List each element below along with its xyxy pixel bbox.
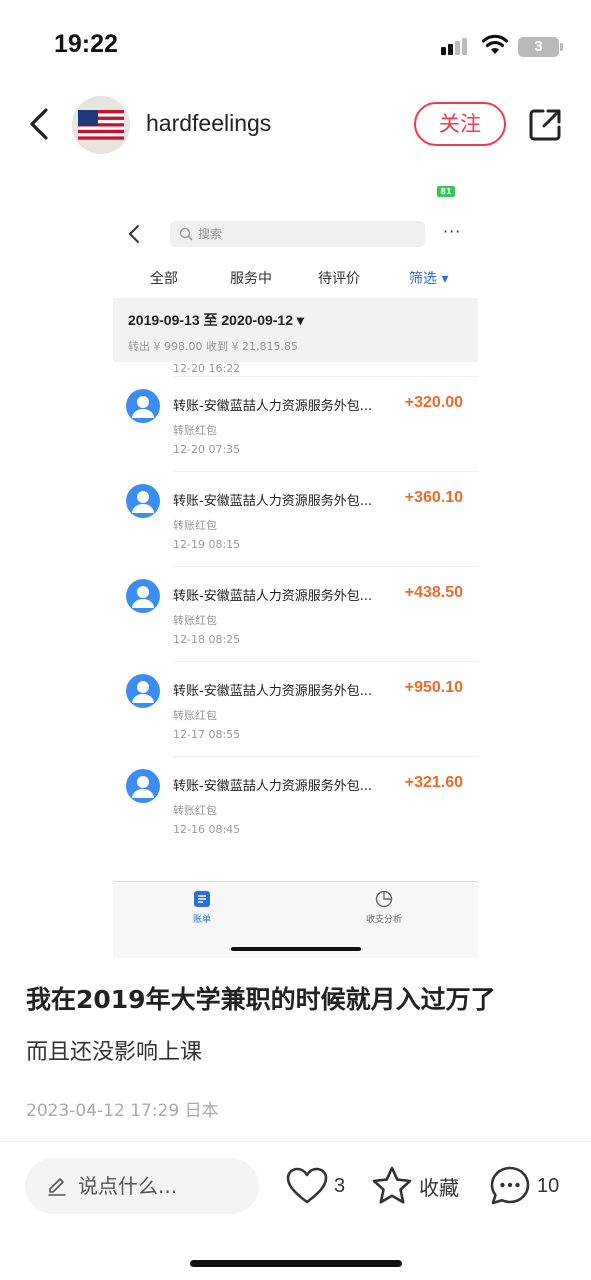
image-home-indicator xyxy=(231,947,361,951)
transaction-time: 12-17 08:55 xyxy=(173,728,241,741)
divider xyxy=(0,1141,591,1142)
transaction-row: 转账-安徽蓝喆人力资源服务外包... +950.10 转账红包 12-17 08… xyxy=(126,661,478,756)
image-more-icon: ··· xyxy=(443,222,462,241)
transaction-time: 12-19 08:15 xyxy=(173,538,241,551)
follow-button[interactable]: 关注 xyxy=(414,102,506,146)
battery-tip xyxy=(560,43,563,51)
transaction-time: 12-20 07:35 xyxy=(173,443,241,456)
transaction-type: 转账红包 xyxy=(173,709,217,722)
pen-icon xyxy=(48,1178,66,1196)
bill-icon xyxy=(194,891,210,907)
comment-bubble-icon xyxy=(490,1166,530,1205)
battery-indicator: 3 xyxy=(518,37,559,57)
share-icon[interactable] xyxy=(526,106,564,144)
status-bar: 19:22 3 xyxy=(0,0,591,90)
pie-chart-icon xyxy=(375,890,393,908)
like-count: 3 xyxy=(334,1174,346,1197)
image-transaction-list: 转账-安徽蓝喆人力资源服务外包... +320.00 转账红包 12-20 07… xyxy=(113,376,478,851)
image-tab-pending-review: 待评价 xyxy=(318,271,360,287)
wifi-icon xyxy=(481,34,509,54)
user-avatar-icon xyxy=(126,484,160,518)
user-avatar-icon xyxy=(126,769,160,803)
transaction-amount: +360.10 xyxy=(404,489,463,506)
image-date-filter: 2019-09-13 至 2020-09-12 ▾ 转出 ¥ 998.00 收到… xyxy=(113,298,478,362)
us-flag-icon xyxy=(72,96,130,154)
image-search-bar: 搜索 xyxy=(170,221,425,247)
post-image[interactable]: 81 搜索 ··· 全部 服务中 待评价 筛选 ▾ 2019-09-13 至 2… xyxy=(113,178,478,958)
image-back-icon xyxy=(128,225,139,243)
transaction-title: 转账-安徽蓝喆人力资源服务外包... xyxy=(173,494,373,509)
transaction-title: 转账-安徽蓝喆人力资源服务外包... xyxy=(173,399,373,414)
post-body: 而且还没影响上课 xyxy=(26,1040,203,1065)
transaction-title: 转账-安徽蓝喆人力资源服务外包... xyxy=(173,684,373,699)
comment-button[interactable]: 10 xyxy=(489,1164,559,1208)
transaction-amount: +438.50 xyxy=(404,584,463,601)
image-tab-in-service: 服务中 xyxy=(230,271,272,287)
home-indicator xyxy=(190,1260,402,1267)
image-partial-time: 12-20 16:22 xyxy=(173,362,241,375)
transaction-row: 转账-安徽蓝喆人力资源服务外包... +360.10 转账红包 12-19 08… xyxy=(126,471,478,566)
post-title: 我在2019年大学兼职的时候就月入过万了 xyxy=(26,985,496,1014)
image-tab-all: 全部 xyxy=(150,271,178,287)
image-date-range: 2019-09-13 至 2020-09-12 ▾ xyxy=(128,312,304,328)
transaction-row: 转账-安徽蓝喆人力资源服务外包... +320.00 转账红包 12-20 07… xyxy=(126,376,478,471)
comment-placeholder: 说点什么... xyxy=(78,1174,178,1198)
username[interactable]: hardfeelings xyxy=(146,110,271,137)
image-tabs: 全部 服务中 待评价 筛选 ▾ xyxy=(113,258,478,296)
post-header: hardfeelings 关注 xyxy=(0,90,591,160)
comment-input[interactable]: 说点什么... xyxy=(25,1158,259,1214)
transaction-title: 转账-安徽蓝喆人力资源服务外包... xyxy=(173,779,373,794)
transaction-time: 12-16 08:45 xyxy=(173,823,241,836)
transaction-type: 转账红包 xyxy=(173,519,217,532)
transaction-type: 转账红包 xyxy=(173,614,217,627)
like-button[interactable]: 3 xyxy=(286,1164,345,1208)
image-search-placeholder: 搜索 xyxy=(198,227,223,241)
transaction-type: 转账红包 xyxy=(173,804,217,817)
transaction-amount: +320.00 xyxy=(404,394,463,411)
user-avatar-icon xyxy=(126,674,160,708)
collect-label: 收藏 xyxy=(419,1177,459,1200)
back-arrow-icon[interactable] xyxy=(22,104,56,144)
transaction-type: 转账红包 xyxy=(173,424,217,437)
user-avatar-icon xyxy=(126,389,160,423)
transaction-title: 转账-安徽蓝喆人力资源服务外包... xyxy=(173,589,373,604)
comment-count: 10 xyxy=(537,1174,560,1197)
image-tab-bills-label: 账单 xyxy=(193,915,212,925)
transaction-amount: +950.10 xyxy=(404,679,463,696)
transaction-row: 转账-安徽蓝喆人力资源服务外包... +438.50 转账红包 12-18 08… xyxy=(126,566,478,661)
image-tab-analysis-label: 收支分析 xyxy=(366,915,403,925)
status-time: 19:22 xyxy=(54,30,118,58)
image-battery-indicator: 81 xyxy=(437,186,455,197)
transaction-time: 12-18 08:25 xyxy=(173,633,241,646)
heart-icon xyxy=(286,1167,328,1204)
post-meta: 2023-04-12 17:29 日本 xyxy=(26,1101,219,1121)
transaction-row: 转账-安徽蓝喆人力资源服务外包... +321.60 转账红包 12-16 08… xyxy=(126,756,478,851)
image-summary: 转出 ¥ 998.00 收到 ¥ 21,815.85 xyxy=(128,340,298,353)
star-icon xyxy=(372,1166,412,1204)
image-tab-bills: 账单 xyxy=(193,890,211,925)
transaction-amount: +321.60 xyxy=(404,774,463,791)
image-search-icon xyxy=(179,227,193,241)
collect-button[interactable]: 收藏 xyxy=(371,1164,459,1208)
avatar[interactable] xyxy=(72,96,130,154)
signal-icon xyxy=(441,38,467,55)
image-tab-filter: 筛选 ▾ xyxy=(409,271,449,287)
user-avatar-icon xyxy=(126,579,160,613)
image-tab-analysis: 收支分析 xyxy=(366,890,402,925)
